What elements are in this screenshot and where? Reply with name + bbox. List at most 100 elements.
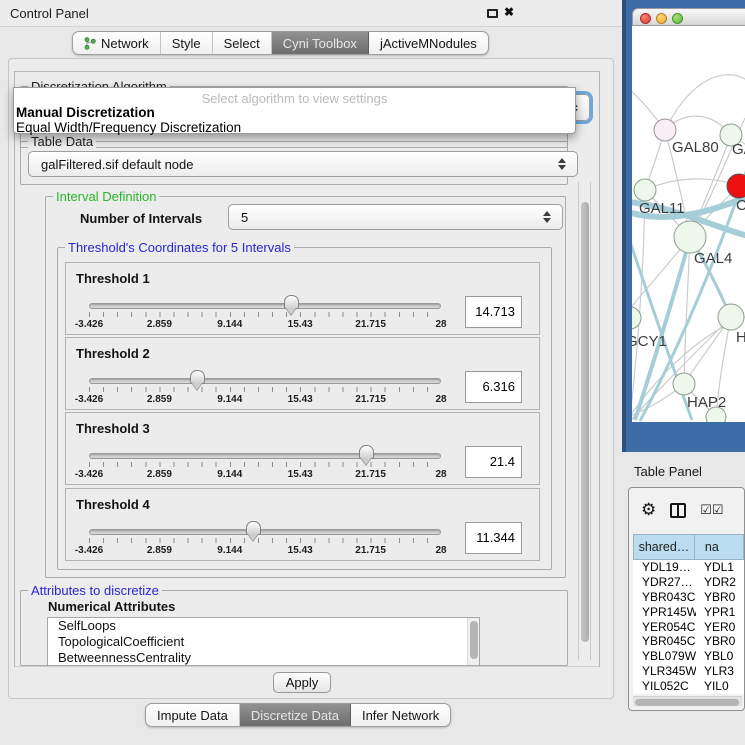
node-hap2[interactable] bbox=[673, 373, 695, 395]
split-view-icon[interactable] bbox=[670, 503, 686, 518]
divider bbox=[15, 666, 599, 667]
table-cell[interactable]: YBR0 bbox=[696, 590, 744, 605]
table-row[interactable]: YBR043CYBR0 bbox=[633, 590, 744, 605]
column-header-name[interactable]: na bbox=[695, 534, 744, 560]
table-cell[interactable]: YPR1 bbox=[696, 605, 744, 620]
threshold-1-label: Threshold 1 bbox=[76, 271, 150, 286]
table-row[interactable]: YBL079WYBL0 bbox=[633, 649, 744, 664]
tab-network[interactable]: Network bbox=[73, 32, 161, 54]
threshold-2-value-field[interactable]: 6.316 bbox=[465, 371, 522, 403]
table-cell[interactable]: YDR2 bbox=[696, 575, 744, 590]
tab-impute-data[interactable]: Impute Data bbox=[146, 704, 240, 726]
stepper-arrows-icon bbox=[543, 211, 551, 223]
table-row[interactable]: YLR345WYLR3 bbox=[633, 664, 744, 679]
threshold-1-slider[interactable]: -3.4262.8599.14415.4321.71528 bbox=[89, 299, 441, 333]
number-of-intervals-value: 5 bbox=[241, 210, 248, 225]
tab-style[interactable]: Style bbox=[161, 32, 213, 54]
number-of-intervals-spinner[interactable]: 5 bbox=[228, 204, 563, 230]
panel-title: Control Panel bbox=[10, 6, 89, 21]
tick-label: -3.426 bbox=[75, 545, 103, 556]
list-scrollbar-thumb[interactable] bbox=[470, 621, 478, 659]
panel-scrollbar[interactable] bbox=[578, 182, 591, 660]
numerical-attributes-heading: Numerical Attributes bbox=[48, 599, 175, 614]
threshold-4-value-field[interactable]: 11.344 bbox=[465, 522, 522, 554]
table-cell[interactable]: YBR0 bbox=[696, 634, 744, 649]
threshold-4-panel: Threshold 4 -3.4262.8599.14415.4321.7152… bbox=[65, 488, 540, 561]
threshold-2-panel: Threshold 2 -3.4262.8599.14415.4321.7152… bbox=[65, 337, 540, 410]
table-row[interactable]: YBR045CYBR0 bbox=[633, 634, 744, 649]
column-header-shared[interactable]: shared… bbox=[633, 534, 695, 560]
table-panel: ⚙ ☑☑ shared… na YDL19…YDL1YDR27…YDR2YBR0… bbox=[628, 487, 745, 711]
list-item[interactable]: SelfLoops bbox=[48, 618, 479, 634]
table-cell[interactable]: YBL0 bbox=[696, 649, 744, 664]
threshold-4-slider[interactable]: -3.4262.8599.14415.4321.71528 bbox=[89, 525, 441, 559]
tab-jactivemnodules[interactable]: jActiveMNodules bbox=[369, 32, 488, 54]
table-data-combobox[interactable]: galFiltered.sif default node bbox=[28, 151, 578, 177]
table-row[interactable]: YIL052CYIL0 bbox=[633, 679, 744, 694]
dropdown-option-manual[interactable]: Manual Discretization bbox=[16, 105, 155, 120]
table-cell[interactable]: YLR345W bbox=[633, 664, 696, 679]
table-cell[interactable]: YDL1 bbox=[696, 560, 744, 575]
table-cell[interactable]: YBR043C bbox=[633, 590, 696, 605]
node-gal80[interactable] bbox=[654, 119, 676, 141]
table-cell[interactable]: YDL19… bbox=[633, 560, 696, 575]
slider-track[interactable] bbox=[89, 378, 441, 384]
tick-label: 28 bbox=[435, 469, 446, 480]
threshold-3-value-field[interactable]: 21.4 bbox=[465, 446, 522, 478]
slider-ticks bbox=[89, 538, 441, 543]
table-cell[interactable]: YDR27… bbox=[633, 575, 696, 590]
list-scrollbar[interactable] bbox=[467, 618, 479, 665]
table-cell[interactable]: YLR3 bbox=[696, 664, 744, 679]
traffic-close-icon[interactable] bbox=[640, 13, 651, 24]
slider-handle[interactable] bbox=[359, 445, 374, 459]
tick-label: -3.426 bbox=[75, 319, 103, 330]
table-hscrollbar[interactable] bbox=[633, 696, 742, 706]
table-cell[interactable]: YBL079W bbox=[633, 649, 696, 664]
network-canvas[interactable]: GAL80 GA C GAL11 GAL4 GCY1 H HAP2 bbox=[632, 26, 745, 422]
tab-select[interactable]: Select bbox=[213, 32, 272, 54]
table-cell[interactable]: YIL0 bbox=[696, 679, 744, 694]
table-row[interactable]: YDL19…YDL1 bbox=[633, 560, 744, 575]
table-data-value: galFiltered.sif default node bbox=[41, 157, 193, 172]
numerical-attributes-list[interactable]: SelfLoopsTopologicalCoefficientBetweenne… bbox=[47, 617, 480, 666]
gear-icon[interactable]: ⚙ bbox=[641, 501, 656, 519]
table-cell[interactable]: YER0 bbox=[696, 620, 744, 635]
tab-infer-network[interactable]: Infer Network bbox=[351, 704, 450, 726]
threshold-1-value-field[interactable]: 14.713 bbox=[465, 296, 522, 328]
traffic-zoom-icon[interactable] bbox=[672, 13, 683, 24]
slider-handle[interactable] bbox=[190, 370, 205, 384]
table-cell[interactable]: YPR145W bbox=[633, 605, 696, 620]
dropdown-option-equal-width[interactable]: Equal Width/Frequency Discretization bbox=[16, 120, 241, 135]
float-window-icon[interactable] bbox=[487, 9, 498, 18]
threshold-3-slider[interactable]: -3.4262.8599.14415.4321.71528 bbox=[89, 449, 441, 483]
list-item[interactable]: TopologicalCoefficient bbox=[48, 634, 479, 650]
table-cell[interactable]: YER054C bbox=[633, 620, 696, 635]
list-item[interactable]: BetweennessCentrality bbox=[48, 650, 479, 666]
thresholds-group-label: Threshold's Coordinates for 5 Intervals bbox=[65, 240, 294, 255]
close-icon[interactable]: ✖ bbox=[504, 5, 514, 19]
table-row[interactable]: YPR145WYPR1 bbox=[633, 605, 744, 620]
table-row[interactable]: YER054CYER0 bbox=[633, 620, 744, 635]
table-cell[interactable]: YIL052C bbox=[633, 679, 696, 694]
slider-track[interactable] bbox=[89, 303, 441, 309]
tick-label: 2.859 bbox=[147, 469, 172, 480]
panel-scrollbar-thumb[interactable] bbox=[581, 202, 589, 642]
table-row[interactable]: YDR27…YDR2 bbox=[633, 575, 744, 590]
slider-track[interactable] bbox=[89, 529, 441, 535]
table-cell[interactable]: YBR045C bbox=[633, 634, 696, 649]
threshold-2-slider[interactable]: -3.4262.8599.14415.4321.71528 bbox=[89, 374, 441, 408]
node-gal4[interactable] bbox=[674, 221, 706, 253]
traffic-minimize-icon[interactable] bbox=[656, 13, 667, 24]
slider-handle[interactable] bbox=[284, 295, 299, 309]
tab-cyni-toolbox[interactable]: Cyni Toolbox bbox=[272, 32, 369, 54]
checkbox-icons[interactable]: ☑☑ bbox=[700, 502, 723, 518]
table-rows: YDL19…YDL1YDR27…YDR2YBR043CYBR0YPR145WYP… bbox=[633, 560, 744, 694]
tick-label: 9.144 bbox=[217, 545, 242, 556]
apply-button[interactable]: Apply bbox=[273, 672, 331, 693]
table-hscrollbar-thumb[interactable] bbox=[635, 699, 739, 706]
node-gal11[interactable] bbox=[634, 179, 656, 201]
slider-track[interactable] bbox=[89, 453, 441, 459]
node-h[interactable] bbox=[718, 304, 744, 330]
slider-handle[interactable] bbox=[246, 521, 261, 535]
tab-discretize-data[interactable]: Discretize Data bbox=[240, 704, 351, 726]
